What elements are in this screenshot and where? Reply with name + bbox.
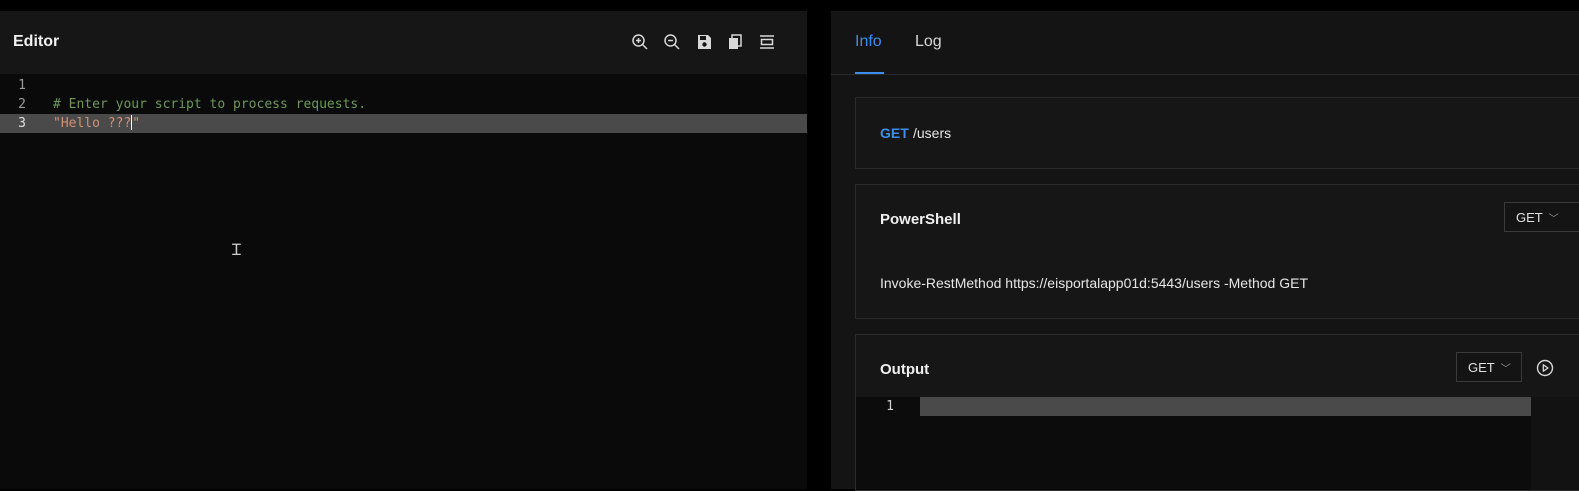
code-line: 2 # Enter your script to process request… [0,95,807,114]
code-editor[interactable]: 1 2 # Enter your script to process reque… [0,74,807,489]
select-value: GET [1516,209,1543,225]
output-method-select[interactable]: GET ﹀ [1456,352,1522,382]
play-icon [1536,359,1554,377]
line-number: 1 [18,78,26,93]
output-editor[interactable]: 1 [856,397,1579,490]
output-title: Output [880,361,930,378]
code-line-selected: 3 "Hello ???" [0,114,807,133]
output-card: Output GET ﹀ 1 [855,334,1579,491]
editor-header: Editor [0,11,807,74]
info-pane: Info Log GET /users PowerShell GET ﹀ Inv… [831,11,1579,491]
run-button[interactable] [1536,359,1554,377]
save-icon[interactable] [694,32,714,52]
select-value: GET [1468,359,1495,375]
tab-log[interactable]: Log [915,33,942,51]
powershell-title: PowerShell [880,211,961,228]
powershell-command: Invoke-RestMethod https://eisportalapp01… [880,275,1309,291]
copy-icon[interactable] [725,32,745,52]
powershell-method-select[interactable]: GET ﹀ [1504,202,1579,232]
line-number: 3 [18,116,26,131]
chevron-down-icon: ﹀ [1548,213,1559,225]
editor-title: Editor [13,33,60,50]
editor-pane: Editor 1 2 # Enter your script to proces… [0,11,807,489]
tab-info[interactable]: Info [855,33,882,51]
active-tab-indicator [855,72,884,74]
chevron-down-icon: ﹀ [1500,363,1511,375]
powershell-card: PowerShell GET ﹀ Invoke-RestMethod https… [855,184,1579,319]
string-after-caret: " [132,116,141,131]
comment-text: # Enter your script to process requests. [53,97,367,112]
code-line: 1 [0,76,807,95]
format-icon[interactable] [757,32,777,52]
ibeam-cursor-icon: Ɪ [232,242,241,259]
line-number: 2 [18,97,26,112]
method-badge: GET [880,125,909,141]
endpoint-path: /users [913,125,952,141]
string-before-caret: "Hello ??? [53,116,132,131]
zoom-in-icon[interactable] [630,32,650,52]
line-number: 1 [886,399,894,414]
output-line-highlight [920,397,1531,416]
tab-bar: Info Log [831,11,1579,75]
request-card: GET /users [855,97,1579,169]
output-scrollbar[interactable] [1531,397,1579,490]
string-literal: "Hello ???" [53,114,140,133]
zoom-out-icon[interactable] [662,32,682,52]
